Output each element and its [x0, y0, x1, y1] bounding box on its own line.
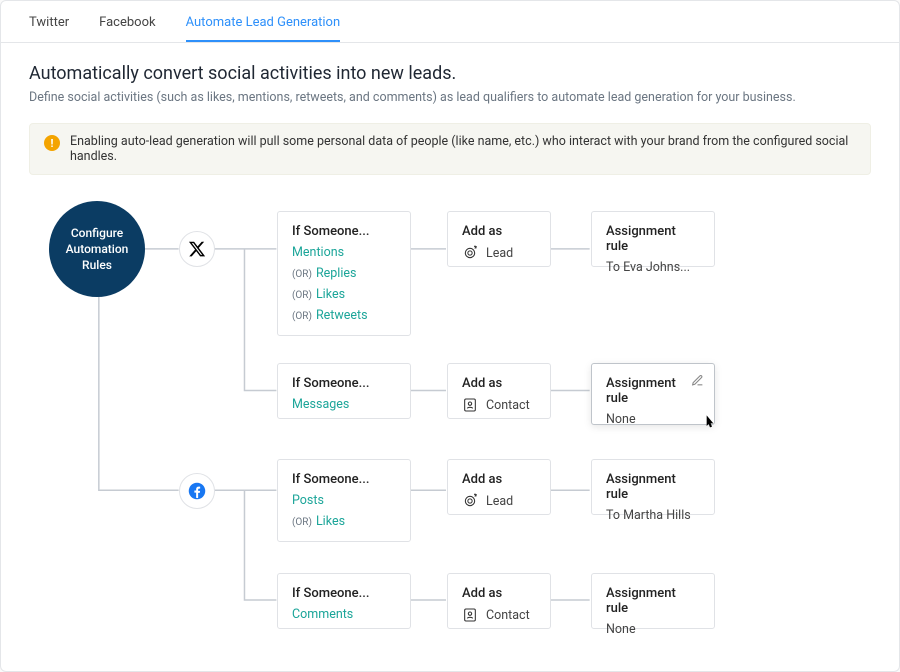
trigger-label: If Someone... [292, 586, 396, 601]
addas-value: Lead [486, 494, 513, 509]
assign-value: None [606, 622, 700, 637]
addas-card-facebook-1[interactable]: Add as Lead [447, 459, 551, 515]
or-label: (OR) [292, 269, 312, 280]
assign-card-twitter-1[interactable]: Assignment rule To Eva Johns... [591, 211, 715, 267]
addas-card-facebook-2[interactable]: Add as Contact [447, 573, 551, 629]
trigger-value: Replies [316, 266, 357, 281]
or-label: (OR) [292, 290, 312, 301]
assign-label: Assignment rule [606, 586, 700, 616]
facebook-icon [179, 473, 215, 509]
trigger-label: If Someone... [292, 376, 396, 391]
trigger-value: Likes [316, 287, 345, 302]
assign-card-facebook-1[interactable]: Assignment rule To Martha Hills [591, 459, 715, 515]
addas-value: Contact [486, 398, 530, 413]
addas-label: Add as [462, 376, 536, 391]
trigger-value: Mentions [292, 245, 396, 260]
assign-value: To Martha Hills [606, 508, 700, 523]
page-content: Automatically convert social activities … [1, 43, 899, 671]
lead-icon [462, 245, 478, 261]
assign-label: Assignment rule [606, 376, 700, 406]
or-label: (OR) [292, 311, 312, 322]
root-node: Configure Automation Rules [49, 201, 145, 297]
addas-value: Lead [486, 246, 513, 261]
addas-card-twitter-1[interactable]: Add as Lead [447, 211, 551, 267]
alert-text: Enabling auto-lead generation will pull … [70, 134, 856, 164]
trigger-value: Posts [292, 493, 396, 508]
addas-card-twitter-2[interactable]: Add as Contact [447, 363, 551, 419]
addas-value: Contact [486, 608, 530, 623]
twitter-icon [179, 231, 215, 267]
edit-icon[interactable] [691, 374, 704, 391]
trigger-label: If Someone... [292, 472, 396, 487]
cursor-pointer-icon [702, 414, 718, 430]
trigger-card-facebook-1[interactable]: If Someone... Posts (OR) Likes [277, 459, 411, 542]
rules-diagram: Configure Automation Rules If Someone...… [29, 201, 871, 641]
or-label: (OR) [292, 517, 312, 528]
trigger-card-facebook-2[interactable]: If Someone... Comments [277, 573, 411, 629]
trigger-card-twitter-1[interactable]: If Someone... Mentions (OR) Replies (OR) L… [277, 211, 411, 336]
tab-bar: Twitter Facebook Automate Lead Generatio… [1, 1, 899, 43]
assign-label: Assignment rule [606, 472, 700, 502]
page-subtitle: Define social activities (such as likes,… [29, 90, 871, 105]
lead-icon [462, 493, 478, 509]
trigger-value: Messages [292, 397, 396, 412]
assign-value: To Eva Johns... [606, 260, 700, 275]
tab-twitter[interactable]: Twitter [29, 1, 69, 42]
assign-card-facebook-2[interactable]: Assignment rule None [591, 573, 715, 629]
trigger-card-twitter-2[interactable]: If Someone... Messages [277, 363, 411, 419]
warning-icon: ! [44, 135, 60, 151]
trigger-value: Retweets [316, 308, 368, 323]
addas-label: Add as [462, 472, 536, 487]
addas-label: Add as [462, 586, 536, 601]
assign-label: Assignment rule [606, 224, 700, 254]
tab-facebook[interactable]: Facebook [99, 1, 155, 42]
contact-icon [462, 397, 478, 413]
tab-automate-lead-generation[interactable]: Automate Lead Generation [186, 1, 341, 42]
trigger-value: Comments [292, 607, 396, 622]
settings-page: Twitter Facebook Automate Lead Generatio… [0, 0, 900, 672]
contact-icon [462, 607, 478, 623]
addas-label: Add as [462, 224, 536, 239]
privacy-alert: ! Enabling auto-lead generation will pul… [29, 123, 871, 175]
trigger-label: If Someone... [292, 224, 396, 239]
assign-card-twitter-2[interactable]: Assignment rule None [591, 363, 715, 425]
page-title: Automatically convert social activities … [29, 63, 871, 84]
trigger-value: Likes [316, 514, 345, 529]
assign-value: None [606, 412, 700, 427]
